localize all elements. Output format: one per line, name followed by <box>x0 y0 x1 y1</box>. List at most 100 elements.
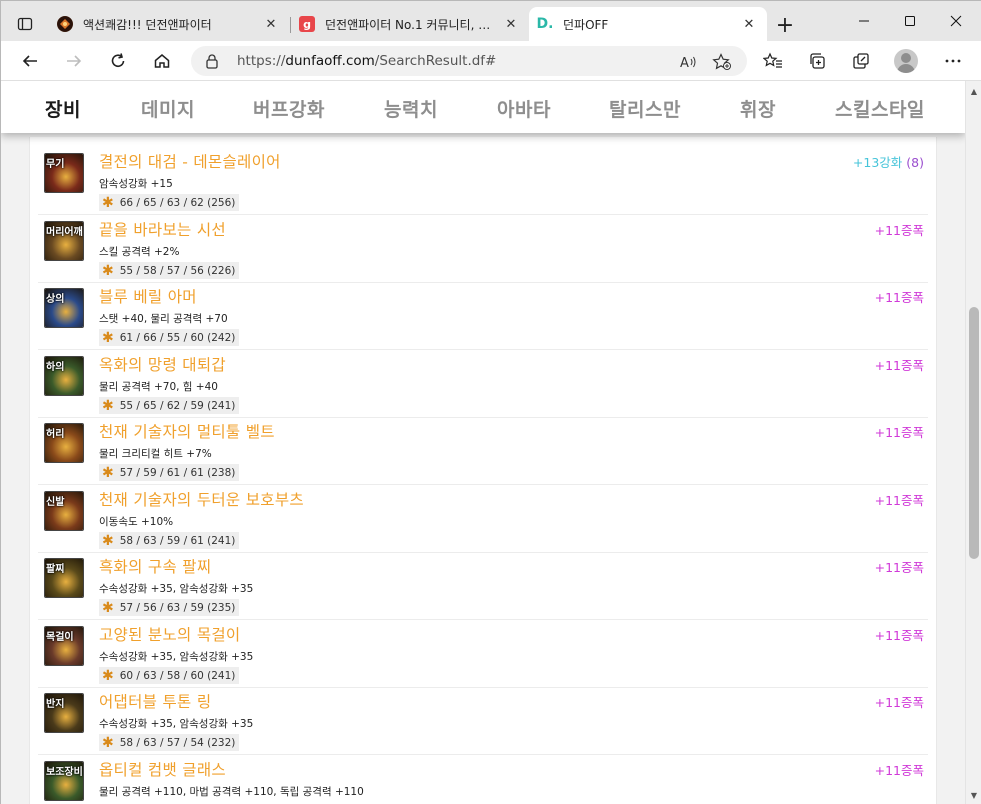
equipment-item-icon[interactable]: 하의 <box>44 356 84 396</box>
equipment-stats-value: 57 / 56 / 63 / 59 (235) <box>119 601 236 614</box>
equipment-option: 물리 공격력 +70, 힘 +40 <box>99 381 218 393</box>
category-tab-emblem[interactable]: 휘장 <box>740 95 776 122</box>
tab-title: 액션쾌감!!! 던전앤파이터 <box>83 17 212 32</box>
refresh-button[interactable] <box>103 46 133 76</box>
equipment-row[interactable]: 하의 옥화의 망령 대퇴갑 물리 공격력 +70, 힘 +40 ✱ 55 / 65 / … <box>38 350 928 418</box>
forward-arrow-icon <box>67 55 82 67</box>
equipment-item-icon[interactable]: 상의 <box>44 288 84 328</box>
equipment-slot-label: 하의 <box>46 362 65 373</box>
back-button[interactable] <box>15 46 45 76</box>
forward-button[interactable] <box>59 46 89 76</box>
new-tab-button[interactable]: + <box>771 11 799 39</box>
tab-dnf-community[interactable]: g 던전앤파이터 No.1 커뮤니티, 던파 ✕ <box>291 7 529 41</box>
close-tab-icon[interactable]: ✕ <box>501 14 521 34</box>
dunfaoff-favicon-icon: D. <box>536 16 554 32</box>
equipment-reinforce: +11증폭 <box>875 355 924 374</box>
community-favicon-icon: g <box>299 16 315 32</box>
tab-title: 던전앤파이터 No.1 커뮤니티, 던파 <box>325 17 495 32</box>
star-icon: ✱ <box>102 599 114 616</box>
equipment-row[interactable]: 상의 블루 베릴 아머스탯 +40, 물리 공격력 +70 ✱ 61 / 66 / 5… <box>38 282 928 350</box>
maximize-button[interactable] <box>887 5 933 37</box>
minimize-button[interactable] <box>841 5 887 37</box>
equipment-item-icon[interactable]: 목걸이 <box>44 626 84 666</box>
vertical-scrollbar[interactable]: ▲ ▼ <box>965 81 981 804</box>
equipment-item-icon[interactable]: 반지 <box>44 693 84 733</box>
equipment-option: 수속성강화 +35, 암속성강화 +35 <box>99 718 254 730</box>
favorites-button[interactable] <box>758 46 788 76</box>
lock-icon <box>206 54 218 69</box>
equipment-row[interactable]: 허리 천재 기술자의 멀티툴 벨트 물리 크리티컬 히트 +7% ✱ 57 / 59 /… <box>38 417 928 485</box>
equipment-row[interactable]: 신발 천재 기술자의 두터운 보호부츠 이동속도 +10% ✱ 58 / 63 / 59… <box>38 485 928 553</box>
equipment-stats-badge: ✱ 57 / 56 / 63 / 59 (235) <box>99 599 240 616</box>
star-icon: ✱ <box>102 667 114 684</box>
category-tab-buff[interactable]: 버프강화 <box>253 95 325 122</box>
reinforce-level: +11증폭 <box>874 560 924 575</box>
star-icon: ✱ <box>102 329 114 346</box>
category-tab-avatar[interactable]: 아바타 <box>497 95 551 122</box>
scroll-up-arrow-icon[interactable]: ▲ <box>966 83 981 99</box>
category-tab-damage[interactable]: 데미지 <box>141 95 195 122</box>
category-tab-talisman[interactable]: 탈리스만 <box>609 95 681 122</box>
equipment-row[interactable]: 머리어깨 끝을 바라보는 시선 스킬 공격력 +2% ✱ 55 / 58 / 57 / … <box>38 215 928 283</box>
reinforce-level: +11증폭 <box>874 223 924 238</box>
read-aloud-icon[interactable]: A <box>677 51 699 73</box>
equipment-row[interactable]: 팔찌 흑화의 구속 팔찌 수속성강화 +35, 암속성강화 +35 ✱ 57 / 56 … <box>38 552 928 620</box>
equipment-item-icon[interactable]: 무기 <box>44 153 84 193</box>
browser-window: 액션쾌감!!! 던전앤파이터 ✕ g 던전앤파이터 No.1 커뮤니티, 던파 … <box>0 0 981 804</box>
star-icon: ✱ <box>102 464 114 481</box>
category-tab-stats[interactable]: 능력치 <box>384 95 438 122</box>
equipment-name[interactable]: 결전의 대검 - 데몬슬레이어 <box>99 150 281 172</box>
home-button[interactable] <box>147 46 177 76</box>
equipment-stats-value: 55 / 58 / 57 / 56 (226) <box>119 264 236 277</box>
equipment-item-icon[interactable]: 신발 <box>44 491 84 531</box>
equipment-name[interactable]: 옵티컬 컴뱃 글래스 <box>99 758 226 780</box>
equipment-option: 스탯 +40, 물리 공격력 +70 <box>99 313 228 325</box>
collections-button[interactable] <box>802 46 832 76</box>
equipment-item-icon[interactable]: 보조장비 <box>44 761 84 801</box>
equipment-item-icon[interactable]: 머리어깨 <box>44 221 84 261</box>
equipment-row[interactable]: 목걸이 고양된 분노의 목걸이 수속성강화 +35, 암속성강화 +35 ✱ 60 / … <box>38 620 928 688</box>
star-icon: ✱ <box>102 397 114 414</box>
equipment-slot-label: 머리어깨 <box>46 227 83 238</box>
address-bar[interactable]: https://dunfaoff.com/SearchResult.df# A <box>191 46 747 76</box>
reinforce-level: +11증폭 <box>874 695 924 710</box>
equipment-name[interactable]: 어댑터블 투톤 링 <box>99 690 211 712</box>
settings-more-button[interactable] <box>938 46 968 76</box>
equipment-name[interactable]: 옥화의 망령 대퇴갑 <box>99 353 226 375</box>
equipment-item-icon[interactable]: 팔찌 <box>44 558 84 598</box>
tab-dnf-official[interactable]: 액션쾌감!!! 던전앤파이터 ✕ <box>49 7 289 41</box>
tab-actions-button[interactable] <box>11 10 39 38</box>
profile-avatar[interactable] <box>894 49 918 73</box>
close-window-button[interactable] <box>933 5 979 37</box>
extensions-icon <box>853 53 869 69</box>
equipment-name[interactable]: 고양된 분노의 목걸이 <box>99 623 241 645</box>
equipment-name[interactable]: 끝을 바라보는 시선 <box>99 218 226 240</box>
equipment-name[interactable]: 블루 베릴 아머 <box>99 285 197 307</box>
equipment-slot-label: 목걸이 <box>46 632 74 643</box>
back-arrow-icon <box>22 55 37 67</box>
equipment-stats-badge: ✱ 61 / 66 / 55 / 60 (242) <box>99 329 240 346</box>
equipment-item-icon[interactable]: 허리 <box>44 423 84 463</box>
equipment-row[interactable]: 반지 어댑터블 투톤 링 수속성강화 +35, 암속성강화 +35 ✱ 58 / 63 … <box>38 687 928 755</box>
equipment-name[interactable]: 천재 기술자의 멀티툴 벨트 <box>99 420 275 442</box>
equipment-stats-badge: ✱ 60 / 63 / 58 / 60 (241) <box>99 667 240 684</box>
close-tab-icon[interactable]: ✕ <box>739 14 759 34</box>
equipment-name[interactable]: 천재 기술자의 두터운 보호부츠 <box>99 488 304 510</box>
equipment-reinforce: +11증폭 <box>875 692 924 711</box>
scroll-down-arrow-icon[interactable]: ▼ <box>966 787 981 803</box>
scrollbar-thumb[interactable] <box>969 307 979 559</box>
equipment-slot-label: 신발 <box>46 497 65 508</box>
plus-icon: + <box>775 12 795 38</box>
equipment-slot-label: 팔찌 <box>46 564 65 575</box>
add-favorite-icon[interactable] <box>711 51 733 73</box>
reinforce-level: +11증폭 <box>874 493 924 508</box>
equipment-name[interactable]: 흑화의 구속 팔찌 <box>99 555 211 577</box>
category-tab-skill-style[interactable]: 스킬스타일 <box>835 95 925 122</box>
category-tab-equipment[interactable]: 장비 <box>45 95 81 122</box>
tab-dunfaoff[interactable]: D. 던파OFF ✕ <box>529 7 767 41</box>
equipment-row[interactable]: 무기 결전의 대검 - 데몬슬레이어 암속성강화 +15 ✱ 66 / 65 / 63 … <box>38 147 928 215</box>
close-tab-icon[interactable]: ✕ <box>261 14 281 34</box>
extensions-button[interactable] <box>846 46 876 76</box>
url-text: https://dunfaoff.com/SearchResult.df# <box>237 53 497 69</box>
equipment-row[interactable]: 보조장비 옵티컬 컴뱃 글래스 물리 공격력 +110, 마법 공격력 +110, … <box>38 755 928 804</box>
